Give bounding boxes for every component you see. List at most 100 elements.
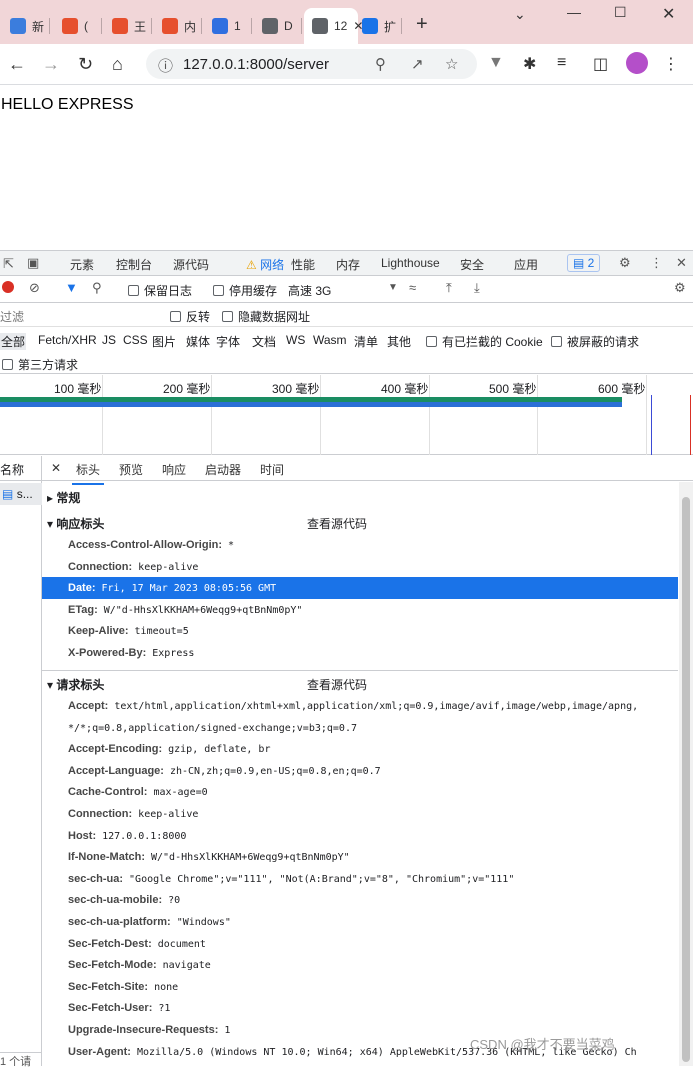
devtools-tab[interactable]: ⚠ 网络 (229, 256, 287, 280)
minimize-icon[interactable]: — (567, 4, 581, 20)
header-row[interactable]: Connection: keep-alive (42, 556, 678, 578)
device-toggle-icon[interactable]: ▣ (27, 255, 39, 271)
header-row[interactable]: Sec-Fetch-Dest: document (42, 933, 678, 955)
side-panel-icon[interactable]: ◫ (593, 54, 608, 74)
extensions-puzzle-icon[interactable]: ✱ (523, 54, 536, 74)
zoom-search-icon[interactable]: ⚲ (375, 55, 386, 73)
share-icon[interactable]: ↗ (411, 55, 424, 73)
browser-tab[interactable]: 王 (104, 8, 152, 44)
header-row[interactable]: Accept-Language: zh-CN,zh;q=0.9,en-US;q=0… (42, 760, 678, 782)
browser-tab[interactable]: 12 ✕ (304, 8, 363, 44)
devtools-tab[interactable]: 内存 (336, 256, 360, 273)
blocked-cookies-checkbox[interactable]: 有已拦截的 Cookie (426, 333, 543, 350)
header-row[interactable]: sec-ch-ua: "Google Chrome";v="111", "Not(… (42, 868, 678, 890)
new-tab-plus-icon[interactable]: + (416, 14, 428, 34)
header-row[interactable]: Accept: text/html,application/xhtml+xml,a… (42, 695, 678, 717)
type-filter-2[interactable]: JS (102, 333, 116, 347)
type-filter-11[interactable]: 其他 (387, 333, 411, 350)
record-icon[interactable] (2, 281, 14, 293)
reload-icon[interactable]: ↻ (78, 54, 93, 74)
header-row[interactable]: Access-Control-Allow-Origin: * (42, 534, 678, 556)
info-icon[interactable]: ⓘ (158, 55, 173, 76)
type-filter-0[interactable]: 全部 (0, 333, 27, 350)
settings-gear-icon[interactable]: ⚙ (619, 255, 631, 271)
omnibox[interactable]: ⓘ 127.0.0.1:8000/server ⚲ ↗ ☆ (146, 49, 477, 79)
tab-search-chevron-icon[interactable]: ⌄ (514, 6, 526, 23)
issues-badge[interactable]: ▤ 2 (567, 254, 601, 272)
header-row[interactable]: Accept-Encoding: gzip, deflate, br (42, 738, 678, 760)
inspect-element-icon[interactable]: ⇱ (3, 256, 14, 272)
header-row[interactable]: ETag: W/"d-HhsXlKKHAM+6Weqg9+qtBnNm0pY" (42, 599, 678, 621)
search-icon[interactable]: ⚲ (92, 280, 102, 296)
forward-arrow-icon[interactable]: → (42, 54, 60, 74)
url-text[interactable]: 127.0.0.1:8000/server (183, 56, 329, 73)
close-detail-icon[interactable]: ✕ (51, 461, 61, 475)
back-arrow-icon[interactable]: ← (8, 54, 26, 74)
devtools-tab[interactable]: 元素 (70, 256, 94, 273)
type-filter-4[interactable]: 图片 (152, 333, 176, 350)
name-column-header[interactable]: 名称 (0, 456, 42, 481)
detail-tab[interactable]: 标头 (71, 461, 105, 485)
header-row[interactable]: sec-ch-ua-platform: "Windows" (42, 911, 678, 933)
detail-tab[interactable]: 预览 (119, 461, 143, 478)
header-row[interactable]: Sec-Fetch-Mode: navigate (42, 954, 678, 976)
network-settings-gear-icon[interactable]: ⚙ (674, 280, 686, 296)
header-row[interactable]: sec-ch-ua-mobile: ?0 (42, 889, 678, 911)
browser-tab[interactable]: D (254, 8, 302, 44)
network-conditions-icon[interactable]: ≈ (409, 280, 416, 295)
detail-tab[interactable]: 启动器 (205, 461, 241, 478)
preserve-log-checkbox[interactable]: 保留日志 (128, 282, 192, 299)
header-row[interactable]: Connection: keep-alive (42, 803, 678, 825)
type-filter-6[interactable]: 字体 (216, 333, 240, 350)
close-devtools-icon[interactable]: ✕ (676, 255, 687, 271)
devtools-tab[interactable]: Lighthouse (381, 256, 440, 270)
type-filter-8[interactable]: WS (286, 333, 305, 347)
scrollbar-thumb[interactable] (682, 497, 690, 1062)
request-row[interactable]: ▤ s... (0, 483, 42, 505)
blocked-requests-checkbox[interactable]: 被屏蔽的请求 (551, 333, 639, 350)
hide-data-urls-checkbox[interactable]: 隐藏数据网址 (222, 308, 310, 325)
response-view-source-link[interactable]: 查看源代码 (307, 515, 367, 532)
devtools-tab[interactable]: 应用 (514, 256, 538, 273)
devtools-tab[interactable]: 源代码 (173, 256, 209, 273)
header-row[interactable]: Date: Fri, 17 Mar 2023 08:05:56 GMT (42, 577, 678, 600)
headers-scrollbar[interactable] (679, 482, 693, 1066)
header-row[interactable]: */*;q=0.8,application/signed-exchange;v=… (42, 717, 678, 739)
request-headers-toggle[interactable]: ▾ 请求标头 (47, 676, 104, 693)
detail-tab[interactable]: 时间 (260, 461, 284, 478)
menu-kebab-icon[interactable]: ⋮ (663, 54, 679, 74)
throttle-chevron-icon[interactable]: ▼ (388, 282, 398, 293)
close-window-icon[interactable]: ✕ (662, 4, 675, 24)
browser-tab[interactable]: ( (54, 8, 102, 44)
import-har-icon[interactable]: ⤒ (446, 280, 452, 296)
response-headers-toggle[interactable]: ▾ 响应标头 (47, 515, 104, 532)
header-row[interactable]: Cache-Control: max-age=0 (42, 781, 678, 803)
type-filter-1[interactable]: Fetch/XHR (38, 333, 97, 347)
request-view-source-link[interactable]: 查看源代码 (307, 676, 367, 693)
browser-tab[interactable]: 1 (204, 8, 252, 44)
type-filter-5[interactable]: 媒体 (186, 333, 210, 350)
filter-funnel-icon[interactable]: ▼ (65, 280, 78, 295)
browser-tab[interactable]: 新 (2, 8, 50, 44)
filter-input[interactable]: 过滤 (0, 308, 156, 325)
general-section-toggle[interactable]: ▸ 常规 (47, 489, 80, 506)
devtools-tab[interactable]: 性能 (291, 256, 315, 273)
export-har-icon[interactable]: ⤓ (474, 280, 480, 296)
header-row[interactable]: Sec-Fetch-User: ?1 (42, 997, 678, 1019)
header-row[interactable]: Keep-Alive: timeout=5 (42, 620, 678, 642)
header-row[interactable]: Host: 127.0.0.1:8000 (42, 825, 678, 847)
more-options-icon[interactable]: ⋮ (650, 255, 663, 271)
profile-avatar[interactable] (626, 52, 648, 74)
invert-checkbox[interactable]: 反转 (170, 308, 210, 325)
waterfall-overview[interactable]: 100 毫秒 200 毫秒 300 毫秒 400 毫秒 500 毫秒 600 毫秒 (0, 375, 693, 455)
header-row[interactable]: Sec-Fetch-Site: none (42, 976, 678, 998)
detail-tab[interactable]: 响应 (162, 461, 186, 478)
browser-tab[interactable]: 扩 (354, 8, 402, 44)
disable-cache-checkbox[interactable]: 停用缓存 (213, 282, 277, 299)
clear-icon[interactable]: ⊘ (29, 280, 40, 296)
type-filter-7[interactable]: 文档 (252, 333, 276, 350)
extension-v-icon[interactable]: ▼ (488, 54, 504, 72)
type-filter-10[interactable]: 清单 (354, 333, 378, 350)
media-queue-icon[interactable]: ≡ (557, 54, 566, 72)
header-row[interactable]: If-None-Match: W/"d-HhsXlKKHAM+6Weqg9+qtB… (42, 846, 678, 868)
